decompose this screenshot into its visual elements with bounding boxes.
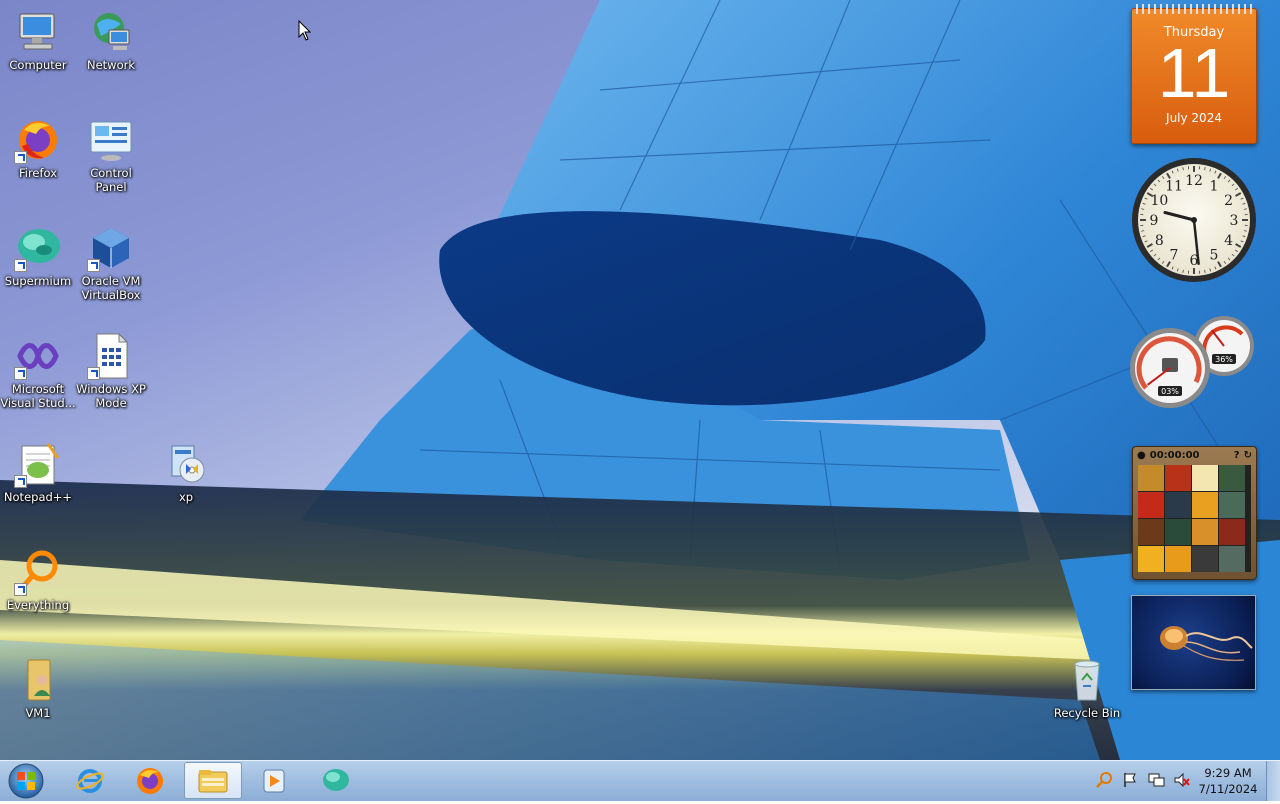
shortcut-arrow-icon	[14, 259, 27, 272]
taskbar: 9:29 AM 7/11/2024	[0, 760, 1280, 801]
show-desktop-button[interactable]	[1266, 761, 1280, 801]
desktop-icon-label: Oracle VM VirtualBox	[73, 274, 149, 302]
virtualbox-icon	[87, 224, 135, 272]
ie-icon	[75, 766, 105, 796]
desktop-icon-label: Firefox	[0, 166, 76, 180]
calendar-month-year: July 2024	[1132, 111, 1256, 125]
taskbar-time: 9:29 AM	[1190, 765, 1266, 781]
everything-search-icon[interactable]	[1095, 771, 1113, 789]
desktop-icon-computer[interactable]: Computer	[0, 8, 76, 72]
cpu-meter-gadget[interactable]: 36% 03%	[1128, 312, 1258, 408]
recycle-bin-icon	[1063, 656, 1111, 704]
jellyfish-image	[1132, 596, 1255, 689]
desktop-icon-network[interactable]: Network	[73, 8, 149, 72]
desktop-icon-label: Everything	[0, 598, 76, 612]
puzzle-pause-icon[interactable]: ●	[1137, 450, 1146, 461]
media-player-icon	[259, 766, 289, 796]
desktop-icon-xp[interactable]: xp	[148, 440, 224, 504]
taskbar-windows-explorer[interactable]	[184, 762, 242, 799]
notepadpp-icon	[14, 440, 62, 488]
clock-numeral: 12	[1185, 173, 1203, 189]
clock-numeral: 10	[1150, 193, 1168, 209]
shortcut-arrow-icon	[87, 259, 100, 272]
shortcut-arrow-icon	[14, 367, 27, 380]
clock-numeral: 4	[1224, 233, 1233, 249]
taskbar-clock[interactable]: 9:29 AM 7/11/2024	[1190, 765, 1266, 797]
firefox-icon	[135, 766, 165, 796]
start-button[interactable]	[4, 762, 48, 800]
clock-numeral: 1	[1210, 178, 1219, 194]
shortcut-arrow-icon	[87, 367, 100, 380]
desktop-icon-label: xp	[148, 490, 224, 504]
calendar-rings	[1136, 4, 1252, 14]
taskbar-date: 7/11/2024	[1190, 781, 1266, 797]
cpu-percent: 03%	[1161, 387, 1179, 396]
clock-numeral: 2	[1224, 193, 1233, 209]
firefox-icon	[14, 116, 62, 164]
shortcut-arrow-icon	[14, 475, 27, 488]
cpu-gauge: 03%	[1130, 328, 1210, 408]
desktop-icon-label: Microsoft Visual Stud...	[0, 382, 76, 410]
mouse-cursor-icon	[298, 20, 312, 42]
network-icon	[87, 8, 135, 56]
desktop-icon-label: Windows XP Mode	[73, 382, 149, 410]
visual-studio-icon	[14, 332, 62, 380]
desktop-icon-supermium[interactable]: Supermium	[0, 224, 76, 288]
computer-icon	[14, 8, 62, 56]
desktop-icon-label: Recycle Bin	[1049, 706, 1125, 720]
clock-numeral: 3	[1230, 213, 1239, 229]
user-folder-icon	[14, 656, 62, 704]
taskbar-firefox[interactable]	[122, 762, 178, 799]
taskbar-supermium[interactable]	[308, 762, 364, 799]
supermium-icon	[14, 224, 62, 272]
volume-muted-icon[interactable]	[1173, 771, 1191, 789]
desktop-icon-label: VM1	[0, 706, 76, 720]
system-tray	[1095, 771, 1191, 789]
clock-numeral: 5	[1210, 248, 1219, 264]
puzzle-shuffle-icon[interactable]: ↻	[1244, 450, 1252, 461]
puzzle-timer: 00:00:00	[1150, 450, 1230, 461]
clock-numeral: 9	[1150, 213, 1159, 229]
calendar-day: 11	[1132, 38, 1256, 108]
shortcut-arrow-icon	[14, 151, 27, 164]
supermium-icon	[321, 766, 351, 796]
memory-percent: 36%	[1215, 355, 1233, 364]
desktop-icon-label: Computer	[0, 58, 76, 72]
wallpaper-art	[0, 0, 1280, 760]
action-center-flag-icon[interactable]	[1121, 771, 1139, 789]
desktop-icon-everything[interactable]: Everything	[0, 548, 76, 612]
folder-icon	[196, 766, 230, 796]
clock-numeral: 11	[1165, 178, 1183, 194]
clock-gadget[interactable]: 121234567891011	[1130, 156, 1258, 284]
calendar-gadget[interactable]: Thursday 11 July 2024	[1131, 8, 1257, 144]
network-icon[interactable]	[1147, 771, 1165, 789]
installer-icon	[162, 440, 210, 488]
desktop-icon-control-panel[interactable]: Control Panel	[73, 116, 149, 194]
desktop-icon-recycle-bin[interactable]: Recycle Bin	[1049, 656, 1125, 720]
picture-puzzle-gadget[interactable]: ● 00:00:00 ? ↻	[1132, 446, 1257, 580]
desktop-icon-label: Control Panel	[73, 166, 149, 194]
desktop-icon-windows-xp-mode[interactable]: Windows XP Mode	[73, 332, 149, 410]
desktop-icon-vm1[interactable]: VM1	[0, 656, 76, 720]
taskbar-media-player[interactable]	[246, 762, 302, 799]
clock-numeral: 8	[1155, 233, 1164, 249]
puzzle-help-icon[interactable]: ?	[1234, 450, 1240, 461]
desktop-icon-label: Supermium	[0, 274, 76, 288]
desktop-icon-firefox[interactable]: Firefox	[0, 116, 76, 180]
desktop-icon-notepadpp[interactable]: Notepad++	[0, 440, 76, 504]
document-icon	[87, 332, 135, 380]
desktop-icon-label: Network	[73, 58, 149, 72]
puzzle-grid	[1138, 465, 1251, 572]
shortcut-arrow-icon	[14, 583, 27, 596]
desktop-icon-label: Notepad++	[0, 490, 76, 504]
slideshow-gadget[interactable]	[1131, 595, 1256, 690]
windows-orb-icon	[4, 762, 48, 800]
taskbar-internet-explorer[interactable]	[62, 762, 118, 799]
everything-icon	[14, 548, 62, 596]
desktop-wallpaper	[0, 0, 1280, 760]
desktop-icon-visual-studio[interactable]: Microsoft Visual Stud...	[0, 332, 76, 410]
control-panel-icon	[87, 116, 135, 164]
desktop-icon-virtualbox[interactable]: Oracle VM VirtualBox	[73, 224, 149, 302]
clock-numeral: 7	[1170, 248, 1179, 264]
